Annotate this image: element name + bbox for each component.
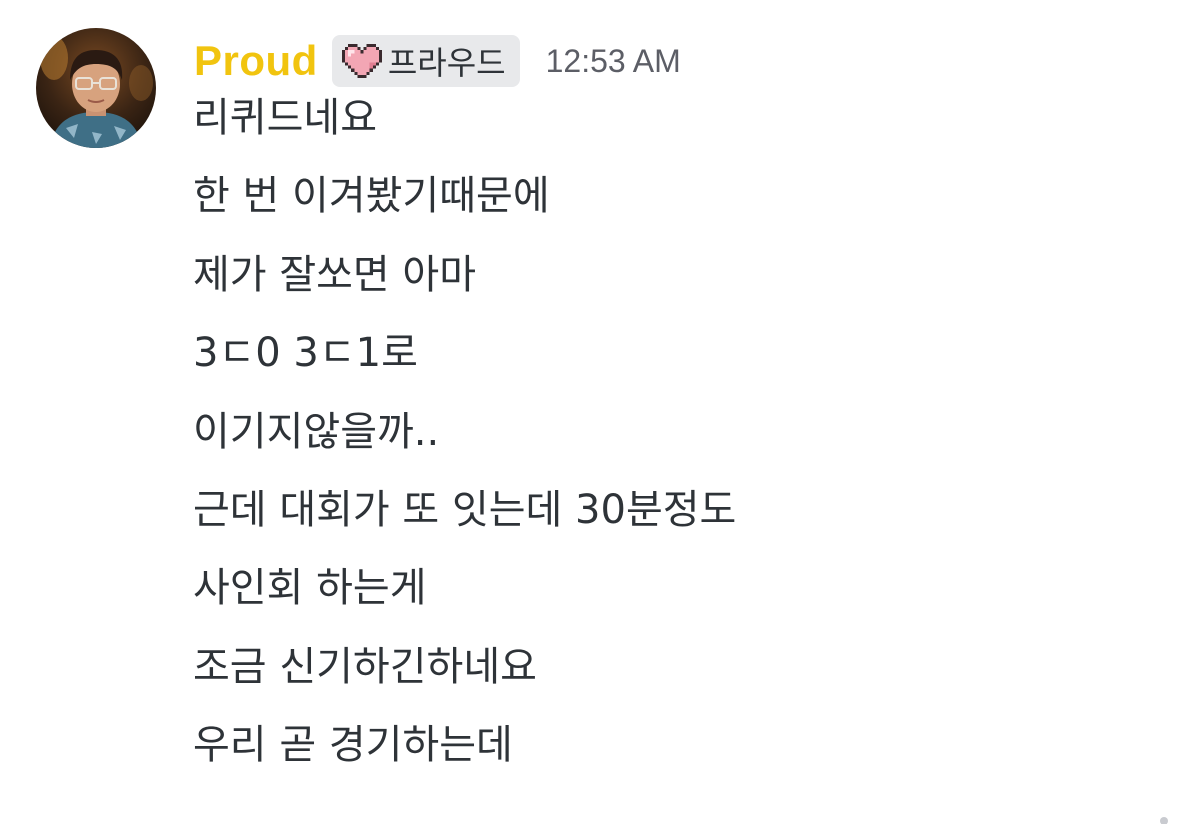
- avatar-photo: [36, 28, 156, 148]
- scroll-indicator-dot: [1160, 817, 1168, 824]
- message-timestamp[interactable]: 12:53 AM: [546, 43, 681, 80]
- message-header: Proud 프라우드 12:53 AM: [194, 34, 681, 88]
- role-badge[interactable]: 프라우드: [331, 35, 520, 87]
- message-line: 근데 대회가 또 잇는데 30분정도: [193, 486, 737, 533]
- message-line: 리퀴드네요: [193, 95, 377, 141]
- message-line: 한 번 이겨봤기때문에: [193, 173, 550, 220]
- message-line: 조금 신기하긴하네요: [193, 643, 537, 690]
- message-line: 이기지않을까..: [193, 408, 440, 455]
- message-line: 제가 잘쏘면 아마: [193, 251, 477, 298]
- pixel-heart-icon: [341, 44, 382, 78]
- badge-label: 프라우드: [387, 44, 506, 82]
- message-body: 리퀴드네요 한 번 이겨봤기때문에 제가 잘쏘면 아마 3ㄷ0 3ㄷ1로 이기지…: [193, 89, 1153, 795]
- message-line: 3ㄷ0 3ㄷ1로: [193, 330, 418, 377]
- chat-message: Proud 프라우드 12:53 AM 리퀴드네요 한 번 이겨봤기때문에 제가…: [0, 0, 1179, 824]
- message-line: 사인회 하는게: [193, 565, 427, 612]
- author-name[interactable]: Proud: [194, 37, 318, 85]
- message-line: 우리 곧 경기하는데: [193, 722, 513, 769]
- user-avatar[interactable]: [36, 28, 156, 148]
